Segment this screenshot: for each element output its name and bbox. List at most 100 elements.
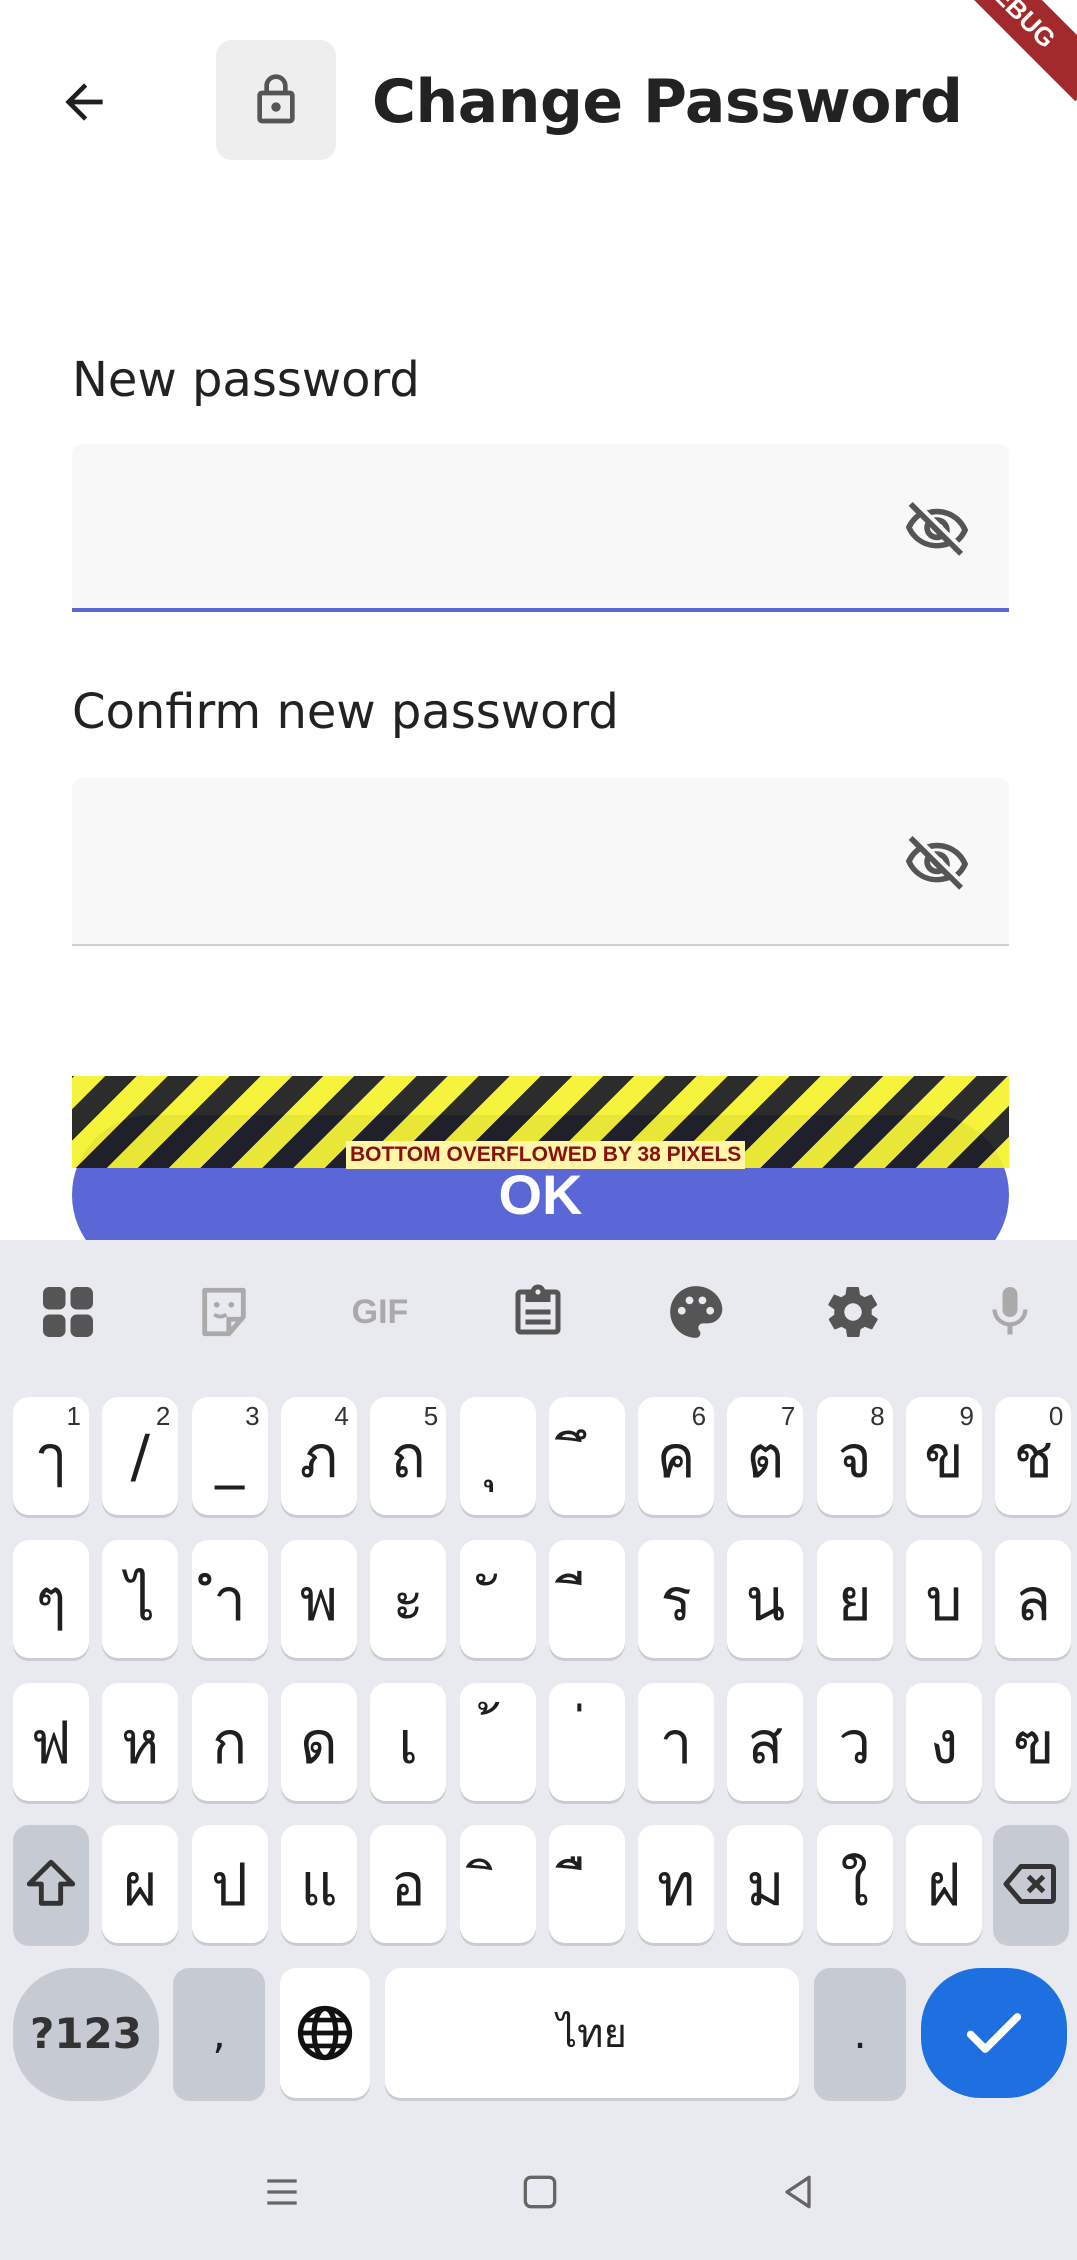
key[interactable]: จ8 <box>816 1397 893 1515</box>
key-char: ข <box>924 1422 964 1491</box>
key[interactable]: ป <box>191 1825 268 1943</box>
key[interactable]: ม <box>727 1825 804 1943</box>
back-button[interactable] <box>44 62 124 142</box>
key[interactable]: ุ <box>459 1397 536 1515</box>
key[interactable]: ่ <box>548 1683 625 1801</box>
system-nav-bar <box>0 2120 1077 2260</box>
key[interactable]: ใ <box>816 1825 893 1943</box>
key[interactable]: ว <box>816 1683 893 1801</box>
key-hint: 6 <box>691 1401 707 1431</box>
theme-button[interactable] <box>646 1262 746 1362</box>
apps-button[interactable] <box>18 1262 118 1362</box>
key[interactable]: ้ <box>459 1683 536 1801</box>
key-char: ป <box>211 1850 248 1919</box>
key[interactable]: ข9 <box>906 1397 982 1515</box>
key[interactable]: แ <box>280 1825 357 1943</box>
key[interactable]: ฝ <box>906 1825 982 1943</box>
key[interactable]: ิ <box>459 1825 536 1943</box>
keyboard-settings-button[interactable] <box>803 1262 903 1362</box>
new-password-field[interactable] <box>72 444 1009 612</box>
key[interactable]: ย <box>816 1540 893 1658</box>
period-key[interactable]: . <box>814 1968 906 2098</box>
key[interactable]: _ 3 <box>191 1397 268 1515</box>
key-char: ก <box>212 1708 248 1777</box>
new-password-input[interactable] <box>96 484 876 564</box>
key-char: ฝ <box>927 1850 961 1919</box>
confirm-password-input[interactable] <box>96 818 876 898</box>
key-char: า <box>659 1708 693 1777</box>
key[interactable]: ส <box>727 1683 804 1801</box>
clipboard-button[interactable] <box>488 1262 588 1362</box>
symbols-key[interactable]: ?123 <box>13 1968 159 2098</box>
settings-icon <box>828 1287 878 1337</box>
key[interactable]: ค6 <box>638 1397 715 1515</box>
language-key[interactable] <box>280 1968 370 2098</box>
key-char: ย <box>837 1565 872 1634</box>
key-char: ต <box>746 1422 785 1491</box>
key-char: ด <box>300 1708 338 1777</box>
key-char: ช <box>1013 1422 1053 1491</box>
key[interactable]: า <box>638 1683 715 1801</box>
shift-key[interactable] <box>13 1825 89 1943</box>
key-hint: 8 <box>870 1401 885 1431</box>
recents-icon <box>267 2179 297 2205</box>
backspace-key[interactable] <box>993 1825 1069 1943</box>
key[interactable]: พ <box>280 1540 357 1658</box>
keyboard-toolbar: GIF <box>0 1240 1077 1370</box>
key[interactable]: ร <box>638 1540 715 1658</box>
key[interactable]: ล <box>995 1540 1072 1658</box>
key-char: ม <box>746 1850 785 1919</box>
key-hint: 7 <box>780 1401 796 1431</box>
recents-button[interactable] <box>242 2152 322 2232</box>
key-char: ถ <box>390 1422 426 1491</box>
key-char: ค <box>656 1422 696 1491</box>
key[interactable]: ื <box>548 1825 625 1943</box>
key[interactable]: น <box>727 1540 804 1658</box>
key[interactable]: ี <box>548 1540 625 1658</box>
key[interactable]: ไ <box>102 1540 179 1658</box>
globe-icon <box>297 2005 353 2061</box>
key[interactable]: ะ <box>370 1540 447 1658</box>
key[interactable]: ถ5 <box>370 1397 447 1515</box>
key[interactable]: ฟ <box>13 1683 89 1801</box>
comma-key[interactable]: , <box>173 1968 265 2098</box>
key[interactable]: /2 <box>102 1397 179 1515</box>
space-key[interactable]: ไทย <box>385 1968 799 2098</box>
key-char: ฃ <box>1012 1708 1054 1777</box>
gif-button[interactable]: GIF <box>330 1262 430 1362</box>
key[interactable]: ฃ <box>995 1683 1072 1801</box>
toggle-visibility-button[interactable] <box>901 828 973 900</box>
key[interactable]: ๅ1 <box>13 1397 89 1515</box>
voice-input-button[interactable] <box>960 1262 1060 1362</box>
home-button[interactable] <box>500 2152 580 2232</box>
sticker-icon <box>202 1287 246 1337</box>
lock-badge <box>216 40 336 160</box>
key[interactable]: ก <box>191 1683 268 1801</box>
field-underline <box>72 944 1009 946</box>
key[interactable]: ท <box>638 1825 715 1943</box>
key[interactable]: เ <box>370 1683 447 1801</box>
lock-icon <box>257 74 295 124</box>
confirm-password-field[interactable] <box>72 778 1009 946</box>
key[interactable]: ช0 <box>995 1397 1072 1515</box>
key[interactable]: ภ4 <box>280 1397 357 1515</box>
arrow-left-icon <box>65 83 103 121</box>
key[interactable]: ง <box>906 1683 982 1801</box>
key[interactable]: ึ <box>548 1397 625 1515</box>
key[interactable]: ต7 <box>727 1397 804 1515</box>
key[interactable]: ั <box>459 1540 536 1658</box>
key-char: ล <box>1015 1565 1052 1634</box>
key[interactable]: ด <box>280 1683 357 1801</box>
key[interactable]: ห <box>102 1683 179 1801</box>
key[interactable]: บ <box>906 1540 982 1658</box>
nav-back-button[interactable] <box>758 2152 838 2232</box>
key[interactable]: ผ <box>102 1825 179 1943</box>
toggle-visibility-button[interactable] <box>901 494 973 566</box>
sticker-button[interactable] <box>174 1262 274 1362</box>
key[interactable]: อ <box>370 1825 447 1943</box>
key[interactable]: ำ <box>191 1540 268 1658</box>
key-char: ง <box>929 1708 959 1777</box>
done-key[interactable] <box>921 1968 1067 2098</box>
key[interactable]: ๆ <box>13 1540 89 1658</box>
apps-grid-icon <box>43 1287 93 1337</box>
